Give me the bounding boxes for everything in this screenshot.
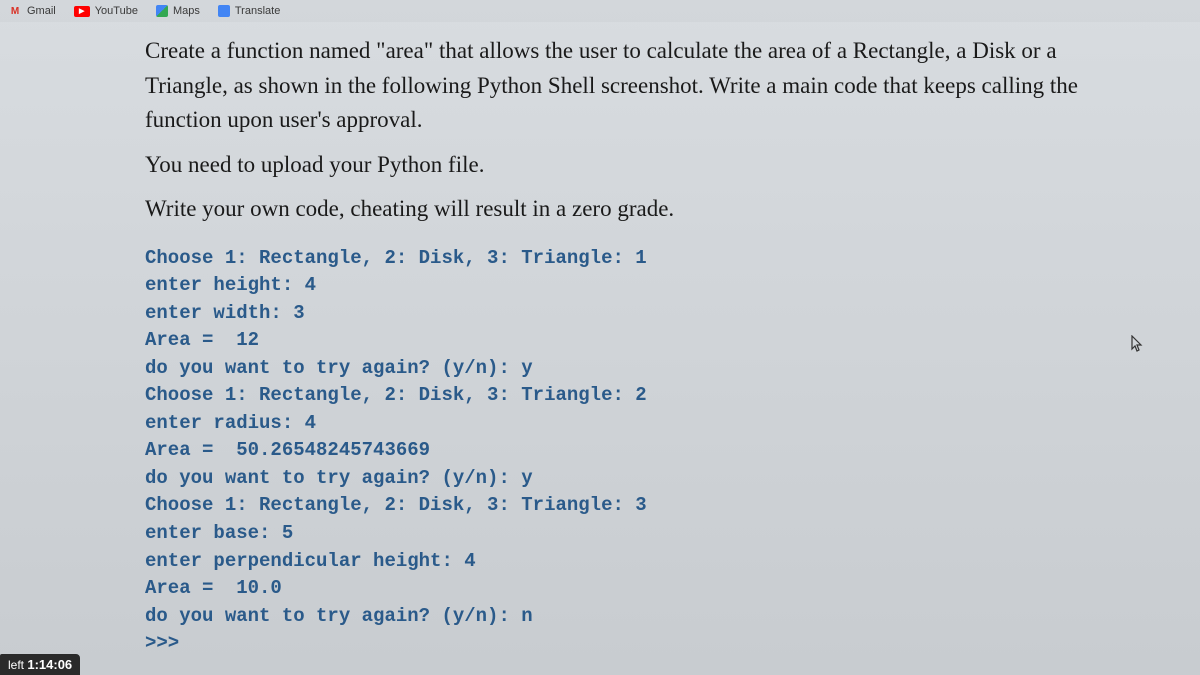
shell-line: Area = 10.0 (145, 575, 1140, 603)
shell-line: enter radius: 4 (145, 410, 1140, 438)
timer-badge: left 1:14:06 (0, 654, 80, 675)
cursor-icon (1131, 335, 1145, 358)
bookmark-translate[interactable]: Translate (218, 5, 280, 17)
shell-line: enter perpendicular height: 4 (145, 548, 1140, 576)
bookmark-label: YouTube (95, 5, 138, 17)
bookmark-label: Translate (235, 5, 280, 17)
timer-time: 1:14:06 (27, 657, 72, 672)
shell-line: Choose 1: Rectangle, 2: Disk, 3: Triangl… (145, 382, 1140, 410)
maps-icon (156, 5, 168, 17)
instruction-paragraph-3: Write your own code, cheating will resul… (145, 192, 1140, 227)
shell-line: Choose 1: Rectangle, 2: Disk, 3: Triangl… (145, 245, 1140, 273)
python-shell-output: Choose 1: Rectangle, 2: Disk, 3: Triangl… (145, 241, 1140, 658)
instruction-paragraph-1: Create a function named "area" that allo… (145, 34, 1140, 138)
gmail-icon: M (8, 4, 22, 18)
bookmark-maps[interactable]: Maps (156, 5, 200, 17)
bookmark-label: Gmail (27, 5, 56, 17)
shell-line: do you want to try again? (y/n): y (145, 465, 1140, 493)
shell-line: >>> (145, 630, 1140, 658)
instructions: Create a function named "area" that allo… (145, 34, 1140, 227)
question-content: Create a function named "area" that allo… (0, 22, 1200, 658)
shell-line: Choose 1: Rectangle, 2: Disk, 3: Triangl… (145, 492, 1140, 520)
shell-line: Area = 50.26548245743669 (145, 437, 1140, 465)
instruction-paragraph-2: You need to upload your Python file. (145, 148, 1140, 183)
shell-line: enter height: 4 (145, 272, 1140, 300)
shell-line: do you want to try again? (y/n): n (145, 603, 1140, 631)
bookmark-gmail[interactable]: M Gmail (8, 4, 56, 18)
shell-line: enter base: 5 (145, 520, 1140, 548)
shell-line: do you want to try again? (y/n): y (145, 355, 1140, 383)
bookmark-label: Maps (173, 5, 200, 17)
bookmark-youtube[interactable]: ▶ YouTube (74, 5, 138, 17)
shell-line: Area = 12 (145, 327, 1140, 355)
translate-icon (218, 5, 230, 17)
bookmarks-bar: M Gmail ▶ YouTube Maps Translate (0, 0, 1200, 22)
shell-line: enter width: 3 (145, 300, 1140, 328)
youtube-icon: ▶ (74, 6, 90, 17)
timer-prefix: left (8, 658, 27, 672)
